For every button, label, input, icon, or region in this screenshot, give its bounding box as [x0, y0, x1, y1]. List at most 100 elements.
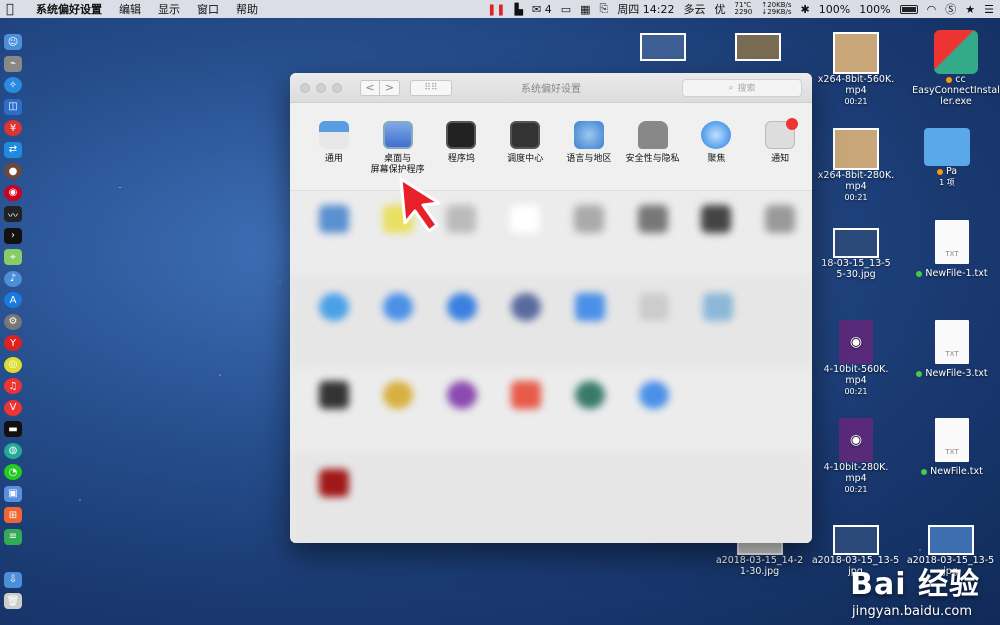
desktop-icon-easyconnect[interactable]: cc EasyConnectInstal ler.exe: [912, 30, 1000, 107]
menu-list-icon[interactable]: ☰: [984, 3, 994, 16]
windows-icon[interactable]: ⊞: [4, 507, 22, 523]
file-name: x264-8bit-560K.: [817, 74, 895, 85]
cpu-stats[interactable]: 71℃ 2290: [735, 2, 753, 16]
desktop-icon-newfile-3[interactable]: TXT NewFile-3.txt: [912, 320, 992, 379]
menu-window[interactable]: 窗口: [197, 1, 219, 17]
menu-view[interactable]: 显示: [158, 1, 180, 17]
image-thumbnail: [833, 228, 879, 258]
file-name: a2018-03-15_14-2: [715, 555, 804, 566]
desktop-icon-newfile-1[interactable]: TXT NewFile-1.txt: [912, 220, 992, 279]
menu-help[interactable]: 帮助: [236, 1, 258, 17]
desktop-icon-video-560k[interactable]: x264-8bit-560K. mp4 00:21: [812, 32, 900, 107]
forward-button[interactable]: >: [380, 79, 400, 96]
file-name-ext: 5-30.jpg: [836, 269, 876, 280]
show-all-grid-button[interactable]: ⠿⠿: [410, 79, 452, 96]
menu-app-name[interactable]: 系统偏好设置: [36, 1, 102, 17]
star-icon[interactable]: ★: [965, 3, 975, 16]
desktop-icon-screenshot-13-55[interactable]: 18-03-15_13-5 5-30.jpg: [812, 228, 900, 280]
volume-pct[interactable]: 100%: [819, 3, 850, 16]
menu-edit[interactable]: 编辑: [119, 1, 141, 17]
green-tag-icon: [916, 370, 923, 377]
back-button[interactable]: <: [360, 79, 380, 96]
weather-text[interactable]: 多云: [684, 1, 706, 17]
photo-app-icon[interactable]: ●: [4, 163, 22, 179]
pref-spotlight[interactable]: 聚焦: [685, 121, 749, 190]
zoom-button[interactable]: [332, 82, 342, 93]
preview-icon[interactable]: ◫: [4, 98, 22, 115]
desktop-icon-video-10bit-560k[interactable]: ◉ 4-10bit-560K. mp4 00:21: [812, 320, 900, 397]
pref-general[interactable]: 通用: [302, 121, 366, 190]
easyconnect-app-icon: [934, 30, 978, 74]
pause-icon[interactable]: ❚❚: [487, 3, 505, 16]
activity-monitor-icon[interactable]: 〰: [4, 206, 22, 222]
blurred-pref: [621, 205, 685, 278]
safari-icon[interactable]: ✧: [4, 77, 22, 93]
file-name-3: ler.exe: [940, 96, 972, 107]
wechat-icon[interactable]: ✉ 4: [532, 3, 552, 16]
video-file-icon: ◉: [839, 418, 873, 462]
netease-icon[interactable]: ◉: [4, 184, 22, 201]
launchpad-icon[interactable]: ⌁: [4, 55, 22, 72]
search-field[interactable]: ⌕ 搜索: [682, 78, 802, 97]
chrome-icon[interactable]: ◎: [4, 356, 22, 373]
system-preferences-icon[interactable]: ⚙: [4, 313, 22, 330]
grid-icon[interactable]: ▦: [580, 3, 590, 16]
pref-language-region[interactable]: 语言与地区: [557, 121, 621, 190]
trash-icon[interactable]: 🗑: [4, 593, 22, 609]
wifi-icon[interactable]: ◠: [927, 3, 937, 16]
screenshot-icon[interactable]: ⎘: [600, 2, 609, 16]
bluetooth-icon[interactable]: ✱: [801, 3, 810, 16]
pref-label: 调度中心: [507, 154, 544, 164]
minimize-button[interactable]: [316, 82, 326, 93]
file-name: 18-03-15_13-5: [821, 258, 891, 269]
easyconnect-icon[interactable]: ≡: [4, 528, 22, 545]
maps-icon[interactable]: ⌖: [4, 249, 22, 265]
window-titlebar: < > ⠿⠿ 系统偏好设置 ⌕ 搜索: [290, 73, 812, 103]
air-quality[interactable]: 优: [715, 1, 726, 17]
desktop-icon-newfile[interactable]: TXT NewFile.txt: [912, 418, 992, 477]
blurred-pref: [622, 381, 686, 454]
net-speed[interactable]: ↑20KB/s ↓29KB/s: [761, 2, 791, 16]
blurred-pref: [366, 293, 430, 366]
search-placeholder: 搜索: [737, 84, 756, 94]
app-store-icon[interactable]: A: [4, 292, 22, 308]
desktop-icon-video-280k[interactable]: x264-8bit-280K. mp4 00:21: [812, 128, 900, 203]
desktop-icon-video-10bit-280k[interactable]: ◉ 4-10bit-280K. mp4 00:21: [812, 418, 900, 495]
file-name: NewFile-1.txt: [925, 268, 988, 279]
desktop-icon-folder-pa[interactable]: Pa 1 项: [912, 128, 982, 188]
terminal2-icon[interactable]: ▬: [4, 421, 22, 437]
desktop-thumb-2[interactable]: [735, 33, 781, 61]
display-icon[interactable]: ▭: [561, 3, 571, 16]
pref-mission-control[interactable]: 调度中心: [493, 121, 557, 190]
battery-pct[interactable]: 100%: [859, 3, 890, 16]
app-red-icon[interactable]: ¥: [4, 120, 22, 136]
desktop-thumb-1[interactable]: [640, 33, 686, 61]
file-duration: 00:21: [844, 193, 868, 202]
vivaldi-icon[interactable]: V: [4, 399, 22, 416]
image-thumbnail: [735, 33, 781, 61]
pref-security-privacy[interactable]: 安全性与隐私: [621, 121, 685, 190]
dock: ☺ ⌁ ✧ ◫ ¥ ⇄ ● ◉ 〰 › ⌖ ♪ A ⚙ Y ◎ ♫ V ▬ ◍ …: [4, 34, 26, 614]
chat-app-icon[interactable]: ◍: [4, 442, 22, 459]
siri-icon[interactable]: ♪: [4, 270, 22, 287]
yandex-icon[interactable]: Y: [4, 335, 22, 351]
spotlight-icon: [701, 121, 732, 149]
blurred-pref: [366, 381, 430, 454]
clock[interactable]: 周四 14:22: [617, 1, 674, 17]
apple-menu-icon[interactable]: : [6, 2, 20, 17]
terminal-icon[interactable]: ›: [4, 227, 22, 244]
remote-desktop-icon[interactable]: ▣: [4, 485, 22, 502]
finder-icon[interactable]: ☺: [4, 34, 22, 50]
close-button[interactable]: [300, 82, 310, 93]
downloads-folder-icon[interactable]: ⇩: [4, 571, 22, 588]
pref-label: 通用: [324, 154, 343, 164]
music-icon[interactable]: ♫: [4, 378, 22, 394]
transfer-icon[interactable]: ⇄: [4, 141, 22, 158]
battery-icon[interactable]: [899, 4, 918, 14]
wechat-dock-icon[interactable]: ◔: [4, 464, 22, 480]
app-s-icon[interactable]: Ⓢ: [945, 1, 956, 17]
bookmark-icon[interactable]: ▙: [515, 3, 523, 16]
pref-notifications[interactable]: 通知: [748, 118, 812, 190]
red-arrow-pointer-icon: [399, 177, 441, 233]
blurred-pref: [494, 293, 558, 366]
